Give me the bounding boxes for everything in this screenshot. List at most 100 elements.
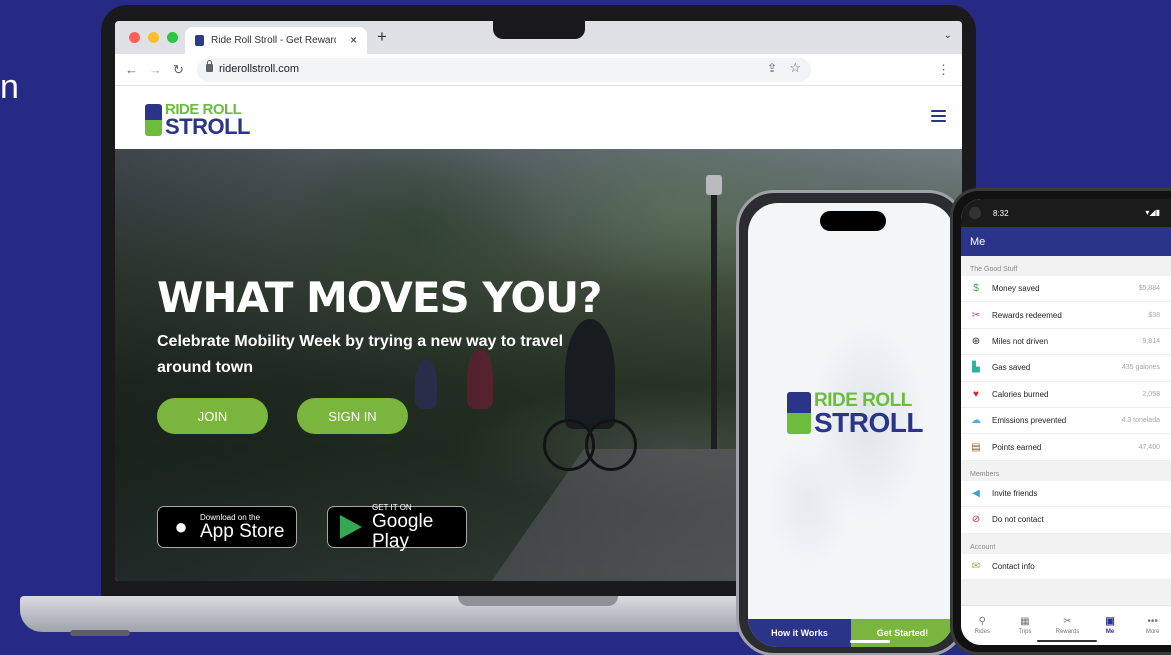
site-logo[interactable]: RIDE ROLL STROLL bbox=[145, 102, 251, 139]
list-item-label: Invite friends bbox=[992, 488, 1038, 498]
logo-mark-icon bbox=[145, 103, 162, 136]
more-icon: ••• bbox=[1147, 616, 1158, 627]
cloud-icon: ☁ bbox=[971, 415, 981, 427]
list-item-value: $38 bbox=[1148, 311, 1160, 319]
new-tab-button[interactable]: + bbox=[377, 27, 387, 47]
site-header: RIDE ROLL STROLL bbox=[115, 86, 962, 149]
scissors-icon: ✂ bbox=[971, 309, 981, 321]
app-store-big-text: App Store bbox=[200, 520, 285, 542]
bottom-navigation: ⚲ Rides ▦ Trips ✂ Rewards ▣ Me ••• More bbox=[961, 605, 1171, 645]
signal-battery-icon: ▾◢▮ bbox=[1145, 208, 1160, 217]
list-item-value: 47,400 bbox=[1138, 443, 1160, 451]
list-item[interactable]: ⊘ Do not contact bbox=[961, 507, 1171, 534]
status-time: 8:32 bbox=[993, 208, 1009, 218]
heart-icon: ♥ bbox=[973, 388, 979, 400]
camera-hole bbox=[969, 207, 981, 219]
iphone-mockup: RIDE ROLL STROLL How it Works Get Starte… bbox=[736, 190, 966, 655]
tab-title: Ride Roll Stroll - Get Rewards bbox=[211, 35, 336, 46]
megaphone-icon: ◀ bbox=[972, 487, 980, 499]
nav-item-label: Me bbox=[1105, 629, 1115, 635]
section-title-good-stuff: The Good Stuff bbox=[970, 266, 1018, 273]
apple-icon: ● bbox=[174, 514, 188, 539]
google-play-big-text: Google Play bbox=[372, 510, 434, 552]
scissors-icon: ✂ bbox=[1063, 616, 1072, 627]
lock-icon bbox=[206, 60, 213, 72]
nav-item-label: Rides bbox=[974, 629, 990, 635]
nav-item-more[interactable]: ••• More bbox=[1131, 606, 1171, 645]
app-store-badge[interactable]: ● Download on the App Store bbox=[157, 506, 297, 548]
laptop-foot bbox=[70, 630, 130, 636]
nav-item-label: Rewards bbox=[1055, 629, 1080, 635]
list-item-label: Calories burned bbox=[992, 389, 1049, 399]
list-item-value: $5,884 bbox=[1138, 285, 1160, 293]
logo-text-line2: STROLL bbox=[165, 114, 251, 139]
tab-search-icon[interactable]: ⌄ bbox=[944, 30, 952, 41]
gesture-bar bbox=[1037, 640, 1097, 642]
camera-notch bbox=[493, 11, 585, 39]
minimize-window-button[interactable] bbox=[148, 32, 159, 43]
section-title-members: Members bbox=[970, 470, 1000, 478]
list-item-value: 2,058 bbox=[1142, 390, 1160, 398]
home-indicator bbox=[850, 640, 890, 643]
list-item[interactable]: ♥ Calories burned 2,058 bbox=[961, 381, 1171, 408]
search-icon: ⚲ bbox=[978, 616, 986, 627]
list-item[interactable]: ⊛ Miles not driven 9,814 bbox=[961, 328, 1171, 356]
iphone-screen: RIDE ROLL STROLL How it Works Get Starte… bbox=[748, 203, 954, 647]
address-bar: ← → ↻ riderollstroll.com ⇪ ☆ ⋮ bbox=[115, 54, 962, 86]
list-item[interactable]: $ Money saved $5,884 bbox=[961, 276, 1171, 303]
section-title-account: Account bbox=[970, 543, 996, 551]
back-icon[interactable]: ← bbox=[125, 62, 138, 77]
maximize-window-button[interactable] bbox=[167, 32, 178, 43]
join-button[interactable]: JOIN bbox=[157, 398, 268, 434]
list-item[interactable]: ☁ Emissions prevented 4.3 tonelada bbox=[961, 407, 1171, 435]
list-item-label: Contact info bbox=[992, 561, 1035, 571]
how-it-works-button[interactable]: How it Works bbox=[748, 619, 851, 647]
list-item-label: Emissions prevented bbox=[992, 416, 1067, 426]
block-icon: ⊘ bbox=[971, 514, 981, 526]
nav-item-rides[interactable]: ⚲ Rides bbox=[961, 606, 1004, 645]
list-item-label: Miles not driven bbox=[992, 336, 1049, 346]
list-item-label: Rewards redeemed bbox=[992, 310, 1062, 320]
logo-mark-icon bbox=[787, 392, 811, 434]
list-item-label: Money saved bbox=[992, 284, 1040, 294]
tab-close-icon[interactable]: × bbox=[350, 33, 357, 47]
list-item[interactable]: ✉ Contact info bbox=[961, 553, 1171, 580]
hero-title: WHAT MOVES YOU? bbox=[157, 273, 603, 322]
google-play-badge[interactable]: GET IT ON Google Play bbox=[327, 503, 467, 551]
list-item[interactable]: ✂ Rewards redeemed $38 bbox=[961, 302, 1171, 329]
dollar-icon: $ bbox=[973, 283, 979, 295]
share-icon[interactable]: ⇪ bbox=[767, 61, 777, 75]
android-screen: 8:32 ▾◢▮ Me The Good Stuff $ Money saved $5… bbox=[961, 199, 1171, 645]
dynamic-island bbox=[820, 211, 886, 231]
sign-in-button[interactable]: SIGN IN bbox=[297, 398, 408, 434]
url-text: riderollstroll.com bbox=[219, 63, 300, 75]
nav-item-label: Trips bbox=[1018, 629, 1032, 635]
gas-pump-icon: ▙ bbox=[972, 362, 980, 374]
list-item[interactable]: ▙ Gas saved 435 galones bbox=[961, 355, 1171, 382]
favicon-icon bbox=[195, 35, 204, 46]
list-item-label: Do not contact bbox=[992, 515, 1044, 525]
forward-icon[interactable]: → bbox=[149, 62, 162, 77]
list-item[interactable]: ◀ Invite friends bbox=[961, 480, 1171, 508]
browser-menu-icon[interactable]: ⋮ bbox=[937, 62, 950, 78]
close-window-button[interactable] bbox=[129, 32, 140, 43]
status-bar: 8:32 ▾◢▮ bbox=[961, 199, 1171, 227]
logo-text-line2: STROLL bbox=[814, 407, 924, 438]
window-controls bbox=[129, 32, 178, 43]
list-item-label: Points earned bbox=[992, 442, 1042, 452]
url-field[interactable]: riderollstroll.com ⇪ ☆ bbox=[197, 58, 811, 82]
app-logo: RIDE ROLL STROLL bbox=[787, 391, 924, 438]
bookmark-star-icon[interactable]: ☆ bbox=[789, 60, 801, 76]
background-edge-text: n bbox=[0, 68, 19, 106]
profile-card-icon: ▣ bbox=[1105, 616, 1115, 627]
list-item[interactable]: ▤ Points earned 47,400 bbox=[961, 434, 1171, 461]
hero-content: WHAT MOVES YOU? Celebrate Mobility Week … bbox=[157, 273, 603, 551]
calendar-icon: ▦ bbox=[1020, 616, 1030, 627]
envelope-icon: ✉ bbox=[971, 560, 981, 572]
hamburger-menu-icon[interactable] bbox=[931, 110, 946, 122]
hero-photo-lamp bbox=[706, 175, 722, 449]
browser-tab[interactable]: Ride Roll Stroll - Get Rewards × bbox=[185, 27, 367, 54]
reload-icon[interactable]: ↻ bbox=[173, 62, 184, 78]
list-item-value: 9,814 bbox=[1142, 337, 1160, 345]
android-mockup: 8:32 ▾◢▮ Me The Good Stuff $ Money saved $5… bbox=[950, 188, 1171, 655]
